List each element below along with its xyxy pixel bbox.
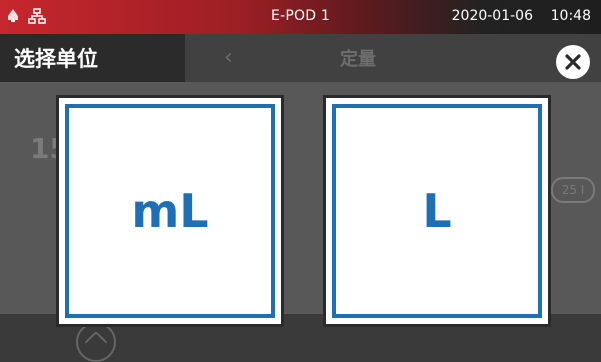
status-time: 10:48 <box>550 8 591 24</box>
back-chevron-icon: ‹ <box>224 45 233 70</box>
dialog-title-text: 选择单位 <box>14 47 98 71</box>
status-date: 2020-01-06 <box>451 8 533 24</box>
status-bar: E-POD 1 2020-01-06 10:48 <box>0 0 601 34</box>
unit-option-label: L <box>422 184 452 238</box>
close-icon <box>565 54 581 70</box>
background-pill: 25 I <box>551 177 595 203</box>
background-title: 定量 <box>340 49 376 70</box>
home-icon <box>76 322 116 362</box>
dialog-title: 选择单位 <box>0 34 185 82</box>
unit-option-label: mL <box>131 184 209 238</box>
unit-option-ml-frame: mL <box>65 104 275 318</box>
unit-option-l[interactable]: L <box>323 95 551 327</box>
unit-option-ml[interactable]: mL <box>56 95 284 327</box>
unit-option-l-frame: L <box>332 104 542 318</box>
close-button[interactable] <box>556 45 590 79</box>
